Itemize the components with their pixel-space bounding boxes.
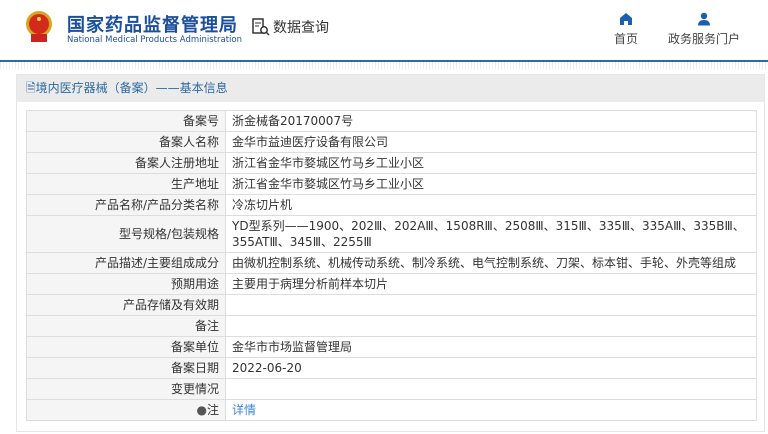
table-row: 备案人注册地址 浙江省金华市婺城区竹马乡工业小区 bbox=[26, 152, 757, 174]
table-row: 备案人名称 金华市益迪医疗设备有限公司 bbox=[26, 131, 757, 153]
row-label-text: 产品描述/主要组成成分 bbox=[94, 256, 219, 270]
row-value: 2022-06-20 bbox=[225, 357, 757, 379]
row-label-text: 备案人注册地址 bbox=[134, 156, 219, 170]
nav-service-portal-label: 政务服务门户 bbox=[668, 32, 741, 46]
nav-service-portal[interactable]: 政务服务门户 bbox=[668, 12, 740, 47]
divider-stripe bbox=[0, 62, 768, 70]
row-label: 备注 bbox=[26, 315, 226, 337]
table-row: 备案号 浙金械备20170007号 bbox=[26, 110, 757, 132]
row-label: 备案人注册地址 bbox=[26, 152, 226, 174]
table-row: 型号规格/包装规格 YD型系列——1900、202Ⅲ、202AⅢ、1508RⅢ、2… bbox=[26, 215, 757, 253]
row-value: 浙江省金华市婺城区竹马乡工业小区 bbox=[225, 152, 757, 174]
row-value: YD型系列——1900、202Ⅲ、202AⅢ、1508RⅢ、2508Ⅲ、315Ⅲ… bbox=[225, 215, 757, 253]
row-label-text: 备注 bbox=[194, 319, 219, 333]
row-label-text: 变更情况 bbox=[170, 382, 219, 396]
row-value: 主要用于病理分析前样本切片 bbox=[225, 273, 757, 295]
row-value: 冷冻切片机 bbox=[225, 194, 757, 216]
row-label: 备案号 bbox=[26, 110, 226, 132]
row-label: 型号规格/包装规格 bbox=[26, 215, 226, 253]
document-search-icon bbox=[252, 18, 270, 36]
panel-title-text: 境内医疗器械（备案）——基本信息 bbox=[35, 81, 228, 95]
site-header: 国家药品监督管理局 National Medical Products Admi… bbox=[0, 0, 768, 62]
row-label-text: 注 bbox=[206, 403, 219, 417]
row-label: 产品描述/主要组成成分 bbox=[26, 252, 226, 274]
national-emblem-icon bbox=[26, 11, 52, 42]
row-value: 金华市益迪医疗设备有限公司 bbox=[225, 131, 757, 153]
row-value: 金华市市场监督管理局 bbox=[225, 336, 757, 358]
row-label: 备案日期 bbox=[26, 357, 226, 379]
row-value bbox=[225, 294, 757, 316]
data-query-label: 数据查询 bbox=[273, 20, 329, 36]
logo-title[interactable]: 国家药品监督管理局 bbox=[67, 11, 238, 37]
panel-title: 🗎境内医疗器械（备案）——基本信息 bbox=[17, 75, 764, 102]
row-value: 由微机控制系统、机械传动系统、制冷系统、电气控制系统、刀架、标本钳、手轮、外壳等… bbox=[225, 252, 757, 274]
data-query-link[interactable]: 数据查询 bbox=[252, 17, 329, 37]
row-label: 备案单位 bbox=[26, 336, 226, 358]
row-label-text: 预期用途 bbox=[170, 277, 219, 291]
user-icon bbox=[698, 12, 710, 26]
row-label-text: 备案单位 bbox=[170, 340, 219, 354]
logo-subtitle: National Medical Products Administration bbox=[67, 35, 242, 45]
info-panel: 🗎境内医疗器械（备案）——基本信息 备案号 浙金械备20170007号 备案人名称金… bbox=[16, 74, 765, 432]
table-row: 产品存储及有效期 bbox=[26, 294, 757, 316]
row-label-text: 备案日期 bbox=[170, 361, 219, 375]
nav-home[interactable]: 首页 bbox=[614, 12, 638, 47]
table-row: 产品描述/主要组成成分 由微机控制系统、机械传动系统、制冷系统、电气控制系统、刀架… bbox=[26, 252, 757, 274]
row-label: 预期用途 bbox=[26, 273, 226, 295]
table-row: 备案单位 金华市市场监督管理局 bbox=[26, 336, 757, 358]
row-label: 产品存储及有效期 bbox=[26, 294, 226, 316]
row-label-text: 型号规格/包装规格 bbox=[118, 227, 219, 241]
row-label-text: 生产地址 bbox=[170, 177, 219, 191]
row-label-text: 备案人名称 bbox=[158, 135, 219, 149]
info-table: 备案号 浙金械备20170007号 备案人名称 金华市益迪医疗设备有限公司 备案人注册地… bbox=[26, 110, 757, 421]
table-row: 备案日期 2022-06-20 bbox=[26, 357, 757, 379]
nav-home-label: 首页 bbox=[614, 32, 639, 46]
row-value bbox=[225, 315, 757, 337]
lightbulb-icon: ● bbox=[196, 403, 207, 417]
row-label: 备案人名称 bbox=[26, 131, 226, 153]
row-label: 产品名称/产品分类名称 bbox=[26, 194, 226, 216]
row-label-text: 备案号 bbox=[182, 114, 219, 128]
row-label-text: 产品名称/产品分类名称 bbox=[94, 198, 219, 212]
table-row: 备注 bbox=[26, 315, 757, 337]
row-label-text: 产品存储及有效期 bbox=[122, 298, 219, 312]
details-link[interactable]: 详情 bbox=[232, 403, 256, 417]
row-value: 浙江省金华市婺城区竹马乡工业小区 bbox=[225, 173, 757, 195]
document-icon: 🗎 bbox=[26, 81, 36, 95]
row-label: ●注 bbox=[26, 399, 226, 421]
row-value: 浙金械备20170007号 bbox=[225, 110, 757, 132]
row-label: 生产地址 bbox=[26, 173, 226, 195]
row-label: 变更情况 bbox=[26, 378, 226, 400]
row-value: 详情 bbox=[225, 399, 757, 421]
table-row: 预期用途 主要用于病理分析前样本切片 bbox=[26, 273, 757, 295]
table-row: 变更情况 bbox=[26, 378, 757, 400]
home-icon bbox=[620, 13, 632, 25]
table-row: 生产地址 浙江省金华市婺城区竹马乡工业小区 bbox=[26, 173, 757, 195]
table-row: ●注 详情 bbox=[26, 399, 757, 421]
row-value bbox=[225, 378, 757, 400]
table-row: 产品名称/产品分类名称 冷冻切片机 bbox=[26, 194, 757, 216]
